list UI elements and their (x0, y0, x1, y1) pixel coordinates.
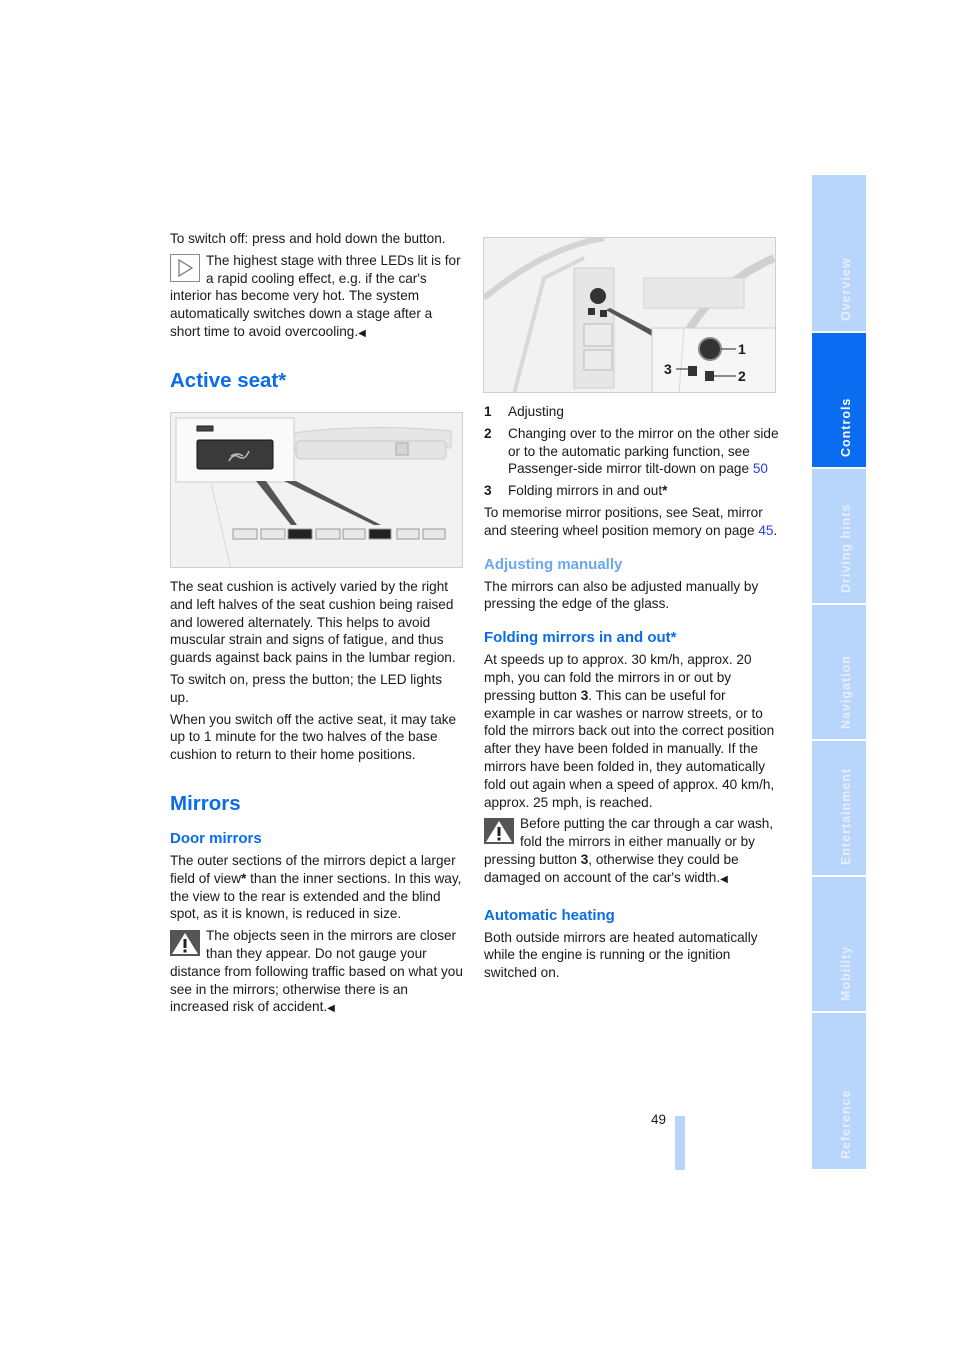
tip-note: The highest stage with three LEDs lit is… (170, 252, 464, 343)
end-mark-icon: ◀ (720, 873, 728, 885)
end-mark-icon: ◀ (358, 327, 366, 339)
legend-item: 3 Folding mirrors in and out* (484, 483, 668, 499)
subsection-title-adjusting-manually: Adjusting manually (484, 555, 623, 573)
tab-navigation[interactable]: Navigation (812, 605, 866, 739)
mirror-controls-figure: 1 2 3 (483, 237, 776, 393)
play-triangle-icon (170, 253, 200, 282)
page-marker-bar (675, 1116, 685, 1170)
tab-reference[interactable]: Reference (812, 1013, 866, 1169)
chapter-sidebar: Overview Controls Driving hints Navigati… (812, 175, 866, 1171)
mirror-controls-illustration (484, 238, 775, 392)
warning-note: The objects seen in the mirrors are clos… (170, 927, 464, 1018)
section-title-mirrors: Mirrors (170, 791, 241, 815)
section-title-active-seat: Active seat* (170, 368, 287, 392)
page-number: 49 (651, 1112, 667, 1127)
memory-text: To memorise mirror positions, see Seat, … (484, 504, 778, 538)
callout-3: 3 (664, 361, 672, 377)
tip-note-text: The highest stage with three LEDs lit is… (170, 252, 461, 339)
active-seat-paragraph: To switch on, press the button; the LED … (170, 671, 443, 705)
active-seat-figure (170, 412, 463, 568)
callout-1: 1 (738, 341, 746, 357)
tab-entertainment[interactable]: Entertainment (812, 741, 866, 875)
tab-driving-hints[interactable]: Driving hints (812, 469, 866, 603)
warning-note-text: The objects seen in the mirrors are clos… (170, 928, 463, 1015)
folding-mirrors-text: At speeds up to approx. 30 km/h, approx.… (484, 652, 775, 810)
subsection-title-automatic-heating: Automatic heating (484, 906, 615, 924)
legend-item: 2 Changing over to the mirror on the oth… (484, 425, 779, 477)
end-mark-icon: ◀ (327, 1003, 335, 1015)
page-link-50[interactable]: 50 (753, 461, 768, 476)
page-link-45[interactable]: 45 (758, 523, 773, 538)
carwash-warning-note: Before putting the car through a car was… (484, 816, 774, 885)
automatic-heating-text: Both outside mirrors are heated automati… (484, 929, 758, 981)
tab-controls[interactable]: Controls (812, 333, 866, 467)
left-column-lower: The seat cushion is actively varied by t… (170, 578, 464, 1018)
subsection-title-folding-mirrors: Folding mirrors in and out* (484, 629, 677, 647)
warning-triangle-icon (170, 930, 200, 958)
tab-overview[interactable]: Overview (812, 175, 866, 331)
legend-item: 1 Adjusting (484, 404, 564, 419)
adjusting-manually-text: The mirrors can also be adjusted manuall… (484, 578, 759, 612)
subsection-title-door-mirrors: Door mirrors (170, 829, 262, 847)
warning-triangle-icon (484, 818, 514, 846)
optional-equipment-asterisk: * (662, 483, 668, 499)
right-column: 1 Adjusting 2 Changing over to the mirro… (484, 403, 780, 986)
intro-text: To switch off: press and hold down the b… (170, 231, 446, 246)
tab-mobility[interactable]: Mobility (812, 877, 866, 1011)
left-column: To switch off: press and hold down the b… (170, 230, 464, 393)
active-seat-illustration (171, 413, 462, 567)
active-seat-paragraph: When you switch off the active seat, it … (170, 711, 457, 763)
callout-2: 2 (738, 368, 746, 384)
door-mirrors-text: The outer sections of the mirrors depict… (170, 852, 462, 922)
active-seat-paragraph: The seat cushion is actively varied by t… (170, 579, 456, 666)
